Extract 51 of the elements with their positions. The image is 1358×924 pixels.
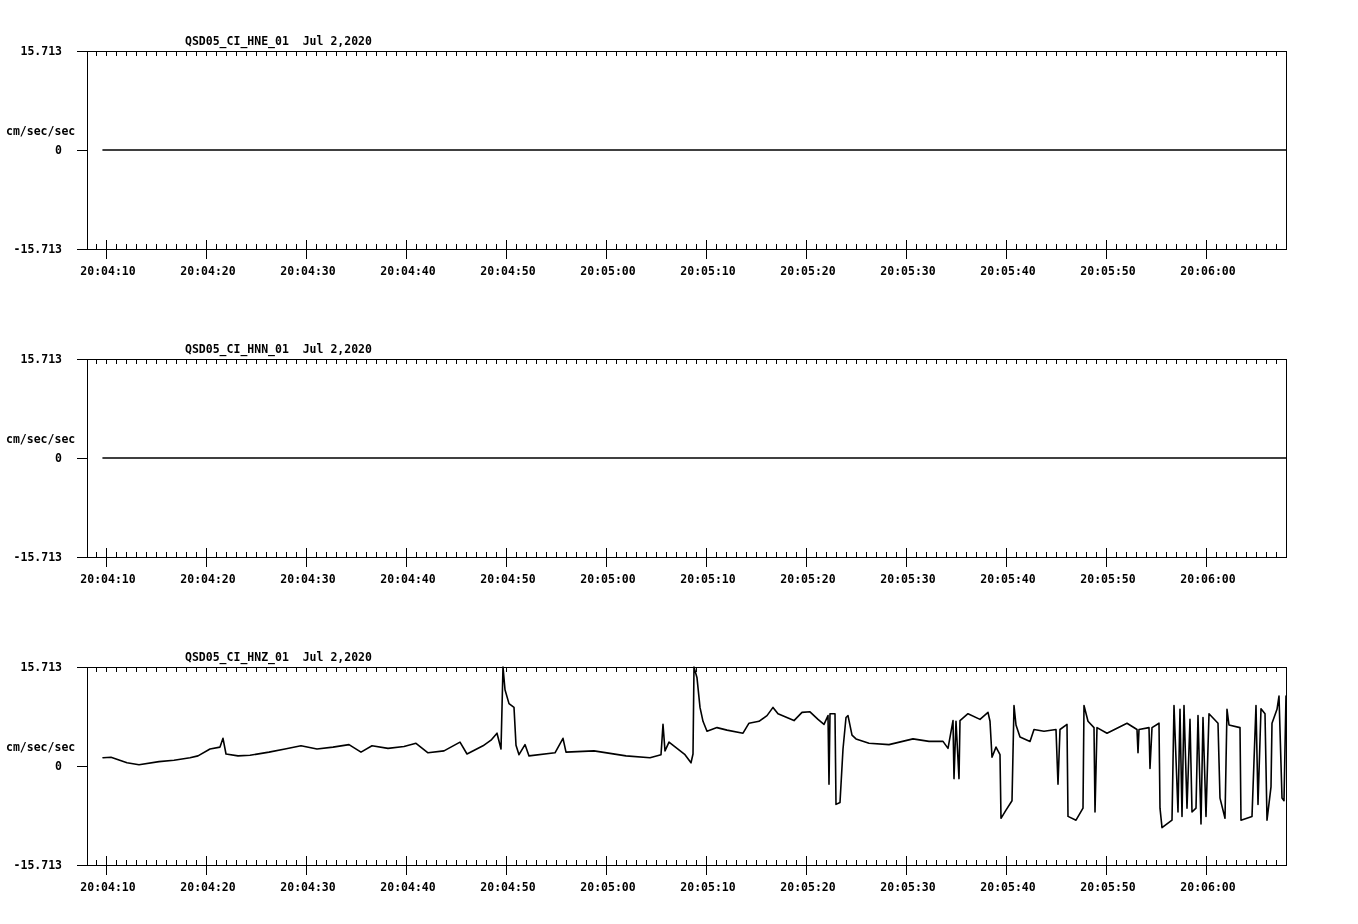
x-tick-label: 20:05:30 <box>880 264 936 278</box>
x-tick-label: 20:05:10 <box>680 880 736 894</box>
x-tick-label: 20:04:40 <box>380 880 436 894</box>
y-tick-label: 15.713 <box>20 352 62 366</box>
x-tick-label: 20:06:00 <box>1180 264 1236 278</box>
chart-title: QSD05_CI_HNZ_01 Jul 2,2020 <box>185 650 372 664</box>
x-tick-label: 20:05:00 <box>580 264 636 278</box>
y-tick-label: -15.713 <box>13 550 62 564</box>
y-tick-label: -15.713 <box>13 858 62 872</box>
x-tick-label: 20:04:40 <box>380 572 436 586</box>
x-tick-label: 20:04:10 <box>80 572 136 586</box>
y-tick-label: -15.713 <box>13 242 62 256</box>
y-tick-label: 0 <box>55 759 62 773</box>
x-tick-label: 20:04:40 <box>380 264 436 278</box>
x-tick-label: 20:04:10 <box>80 264 136 278</box>
x-tick-label: 20:06:00 <box>1180 572 1236 586</box>
x-tick-label: 20:05:30 <box>880 880 936 894</box>
x-tick-label: 20:05:40 <box>980 264 1036 278</box>
x-tick-label: 20:05:50 <box>1080 880 1136 894</box>
x-tick-label: 20:05:40 <box>980 880 1036 894</box>
x-tick-label: 20:04:20 <box>180 572 236 586</box>
x-tick-label: 20:04:50 <box>480 880 536 894</box>
x-tick-label: 20:04:50 <box>480 264 536 278</box>
x-tick-label: 20:05:40 <box>980 572 1036 586</box>
y-axis-label: cm/sec/sec <box>6 432 76 446</box>
x-tick-label: 20:06:00 <box>1180 880 1236 894</box>
x-tick-label: 20:04:20 <box>180 264 236 278</box>
x-tick-label: 20:05:30 <box>880 572 936 586</box>
y-tick-label: 15.713 <box>20 660 62 674</box>
x-tick-label: 20:04:30 <box>280 572 336 586</box>
x-tick-label: 20:05:10 <box>680 264 736 278</box>
x-tick-label: 20:05:20 <box>780 264 836 278</box>
y-tick-label: 15.713 <box>20 44 62 58</box>
x-tick-label: 20:05:00 <box>580 880 636 894</box>
y-axis-label: cm/sec/sec <box>6 124 76 138</box>
x-tick-label: 20:04:20 <box>180 880 236 894</box>
y-tick-label: 0 <box>55 451 62 465</box>
y-axis-label: cm/sec/sec <box>6 740 76 754</box>
x-tick-label: 20:04:10 <box>80 880 136 894</box>
x-tick-label: 20:04:50 <box>480 572 536 586</box>
x-tick-label: 20:05:50 <box>1080 572 1136 586</box>
x-tick-label: 20:04:30 <box>280 880 336 894</box>
x-tick-label: 20:04:30 <box>280 264 336 278</box>
x-tick-label: 20:05:10 <box>680 572 736 586</box>
x-tick-label: 20:05:50 <box>1080 264 1136 278</box>
x-tick-label: 20:05:20 <box>780 572 836 586</box>
y-tick-label: 0 <box>55 143 62 157</box>
x-tick-label: 20:05:20 <box>780 880 836 894</box>
chart-title: QSD05_CI_HNN_01 Jul 2,2020 <box>185 342 372 356</box>
x-tick-label: 20:05:00 <box>580 572 636 586</box>
chart-title: QSD05_CI_HNE_01 Jul 2,2020 <box>185 34 372 48</box>
